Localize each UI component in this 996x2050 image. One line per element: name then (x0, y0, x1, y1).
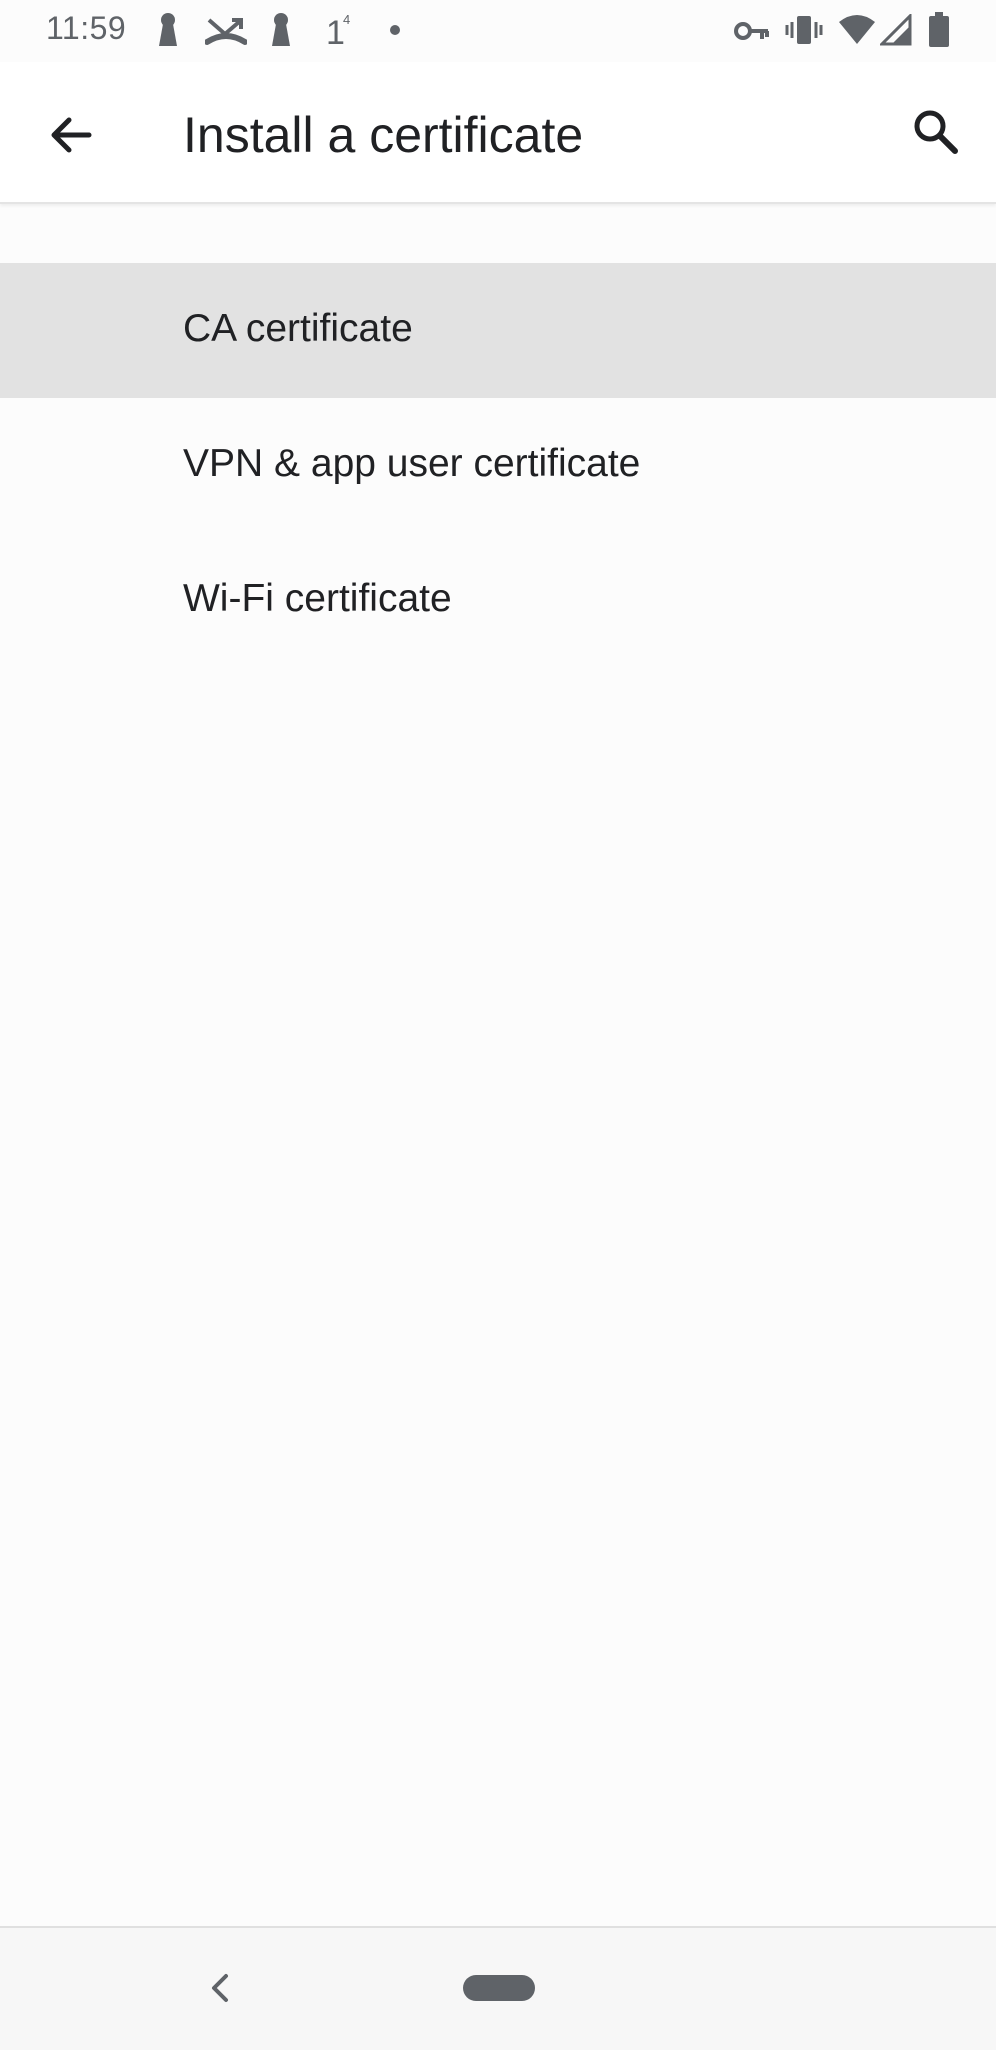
back-button[interactable] (34, 100, 108, 174)
arrow-back-icon (49, 113, 93, 162)
dot-icon (389, 24, 401, 36)
app-bar: Install a certificate (0, 62, 996, 204)
missed-call-icon (205, 16, 247, 46)
vpn-key-icon (734, 18, 770, 44)
list-item-ca-certificate[interactable]: CA certificate (0, 263, 996, 398)
vibrate-icon (785, 14, 823, 46)
nav-back-chevron-icon (200, 1974, 240, 2012)
keyhole-icon (268, 12, 294, 48)
svg-text:4: 4 (343, 12, 350, 27)
search-icon (911, 107, 959, 160)
nav-back-button[interactable] (200, 1968, 240, 2008)
list-item-label: Wi-Fi certificate (183, 577, 452, 620)
battery-icon (928, 12, 950, 48)
list-item-wifi-certificate[interactable]: Wi-Fi certificate (0, 533, 996, 668)
search-button[interactable] (898, 96, 972, 170)
home-pill-button[interactable] (463, 1975, 535, 2001)
system-nav-bar (0, 1926, 996, 2050)
wifi-icon (838, 14, 876, 46)
status-time: 11:59 (46, 10, 127, 46)
page-title: Install a certificate (183, 107, 584, 163)
certificate-type-list: CA certificate VPN & app user certificat… (0, 263, 996, 668)
signal-icon: 14 (326, 10, 356, 48)
keyhole-icon (155, 12, 181, 48)
list-item-label: VPN & app user certificate (183, 442, 641, 485)
status-bar: 11:59 14 (0, 0, 996, 62)
list-item-label: CA certificate (183, 307, 413, 350)
list-item-vpn-app-user-certificate[interactable]: VPN & app user certificate (0, 398, 996, 533)
cell-signal-icon (880, 14, 912, 46)
